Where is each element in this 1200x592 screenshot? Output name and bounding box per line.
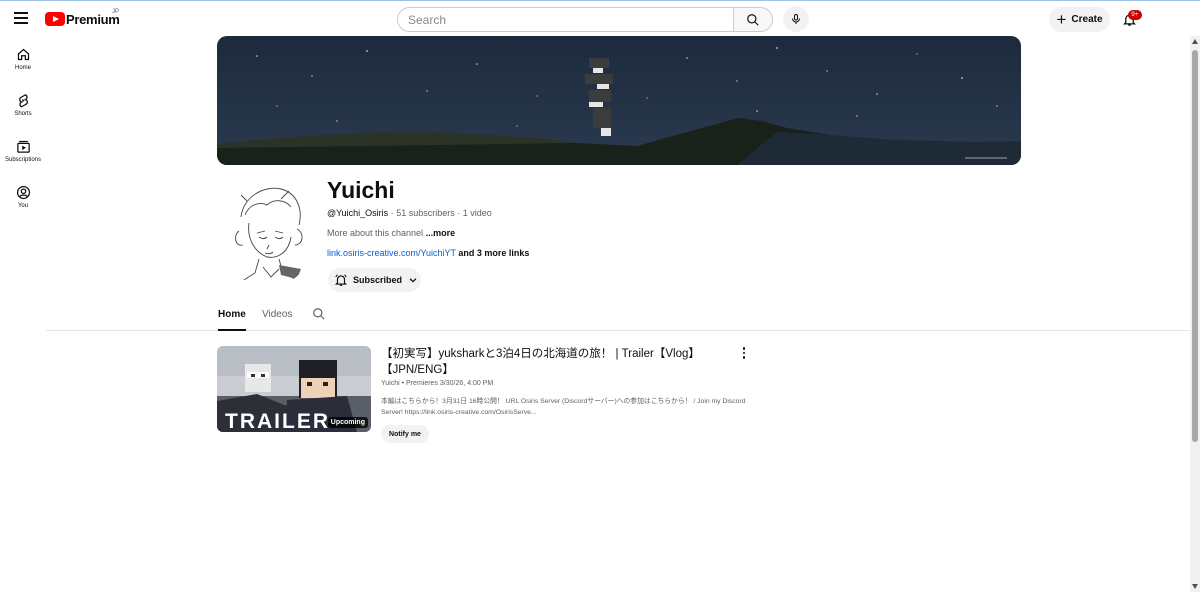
scroll-up-arrow-icon[interactable] bbox=[1192, 39, 1198, 44]
more-vert-icon bbox=[742, 347, 746, 350]
you-icon bbox=[16, 185, 30, 200]
video-action-menu-button[interactable] bbox=[739, 346, 749, 360]
channel-handle: @Yuichi_Osiris bbox=[327, 208, 389, 218]
tab-videos[interactable]: Videos bbox=[262, 309, 292, 320]
meta-separator: · bbox=[457, 208, 461, 218]
search-button[interactable] bbox=[733, 7, 773, 32]
channel-meta: @Yuichi_Osiris · 51 subscribers · 1 vide… bbox=[327, 208, 492, 218]
page-scrollbar[interactable] bbox=[1190, 36, 1200, 592]
guide-item-home[interactable]: Home bbox=[0, 40, 46, 86]
search-input[interactable]: Search bbox=[397, 7, 734, 32]
chevron-down-icon bbox=[408, 275, 418, 285]
thumbnail-text: TRAILER bbox=[225, 410, 330, 432]
meta-separator: • bbox=[401, 380, 405, 387]
video-channel-name[interactable]: Yuichi bbox=[381, 380, 400, 387]
channel-avatar[interactable] bbox=[219, 177, 317, 287]
video-meta: Yuichi • Premieres 3/30/26, 4:00 PM bbox=[381, 380, 493, 387]
guide-item-shorts[interactable]: Shorts bbox=[0, 86, 46, 132]
video-thumbnail[interactable]: TRAILER Upcoming bbox=[217, 346, 371, 432]
guide-item-subscriptions[interactable]: Subscriptions bbox=[0, 132, 46, 178]
search-icon bbox=[313, 308, 325, 320]
guide-item-label: Shorts bbox=[14, 111, 32, 117]
subscriptions-icon bbox=[16, 140, 30, 153]
microphone-icon bbox=[792, 14, 800, 24]
create-button[interactable]: + Create bbox=[1049, 7, 1110, 32]
channel-primary-link[interactable]: link.osiris-creative.com/YuichiYT bbox=[327, 248, 456, 258]
active-tab-indicator bbox=[218, 329, 246, 331]
guide-item-you[interactable]: You bbox=[0, 178, 46, 224]
video-title[interactable]: 【初実写】yuksharkと3泊4日の北海道の旅！ | Trailer【Vlog… bbox=[381, 346, 721, 378]
masthead: Premium JP Search + Create 9+ bbox=[0, 0, 1200, 36]
scrollbar-thumb[interactable] bbox=[1192, 50, 1198, 442]
notification-count-badge: 9+ bbox=[1128, 10, 1142, 20]
channel-name: Yuichi bbox=[327, 177, 395, 203]
video-count: 1 video bbox=[462, 208, 492, 218]
premiere-date: Premieres 3/30/26, 4:00 PM bbox=[406, 380, 494, 387]
avatar-sketch-image bbox=[235, 187, 303, 284]
home-icon bbox=[17, 48, 29, 61]
notify-me-button[interactable]: Notify me bbox=[381, 425, 429, 443]
shorts-icon bbox=[18, 94, 28, 108]
subscribed-button[interactable]: Subscribed bbox=[328, 268, 421, 292]
channel-search-button[interactable] bbox=[312, 307, 326, 326]
guide-item-label: Subscriptions bbox=[4, 157, 42, 163]
youtube-premium-logo[interactable]: Premium bbox=[45, 11, 120, 27]
scroll-down-arrow-icon[interactable] bbox=[1192, 584, 1198, 589]
video-description: 本編はこちらから！3月31日 16時公開！ URL Osiris Server … bbox=[381, 398, 746, 416]
notification-bell-icon bbox=[334, 273, 348, 287]
voice-search-button[interactable] bbox=[783, 6, 809, 32]
search-icon bbox=[747, 13, 759, 26]
tab-home[interactable]: Home bbox=[218, 309, 246, 320]
mini-guide: Home Shorts Subscriptions You bbox=[0, 40, 46, 224]
channel-about-link[interactable]: More about this channel ...more bbox=[327, 228, 455, 238]
channel-tabs: Home Videos bbox=[46, 304, 1190, 331]
about-more-link[interactable]: ...more bbox=[426, 228, 456, 238]
create-label: Create bbox=[1071, 14, 1103, 25]
logo-region-code: JP bbox=[112, 9, 120, 15]
subscriber-count: 51 subscribers bbox=[396, 208, 455, 218]
subscribed-label: Subscribed bbox=[353, 275, 403, 285]
guide-item-label: You bbox=[17, 203, 29, 209]
channel-banner bbox=[217, 36, 1021, 165]
banner-image bbox=[217, 36, 1021, 165]
upcoming-badge: Upcoming bbox=[327, 417, 368, 428]
guide-menu-button[interactable] bbox=[12, 9, 34, 29]
channel-links: link.osiris-creative.com/YuichiYT and 3 … bbox=[327, 248, 529, 258]
meta-separator: · bbox=[390, 208, 394, 218]
plus-icon: + bbox=[1056, 9, 1067, 29]
youtube-logo-icon bbox=[45, 12, 65, 26]
about-text: More about this channel bbox=[327, 228, 424, 238]
more-links-button[interactable]: and 3 more links bbox=[458, 248, 529, 258]
guide-item-label: Home bbox=[14, 65, 31, 71]
